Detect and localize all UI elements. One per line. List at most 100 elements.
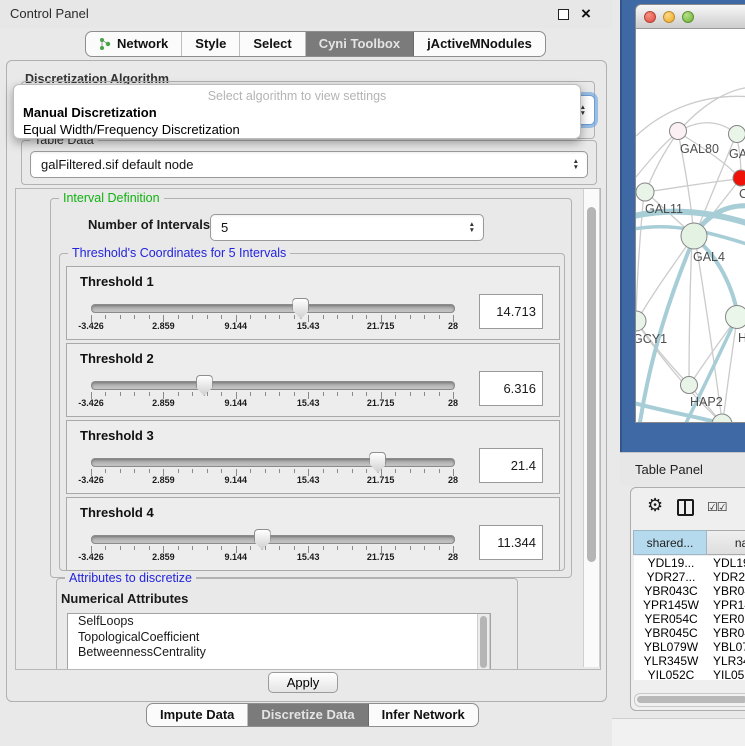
column-header-name[interactable]: na [707,530,745,555]
network-canvas[interactable]: GAL80GACGAL11GAL4GCY1HHAP2 [636,29,745,422]
network-node-h[interactable] [726,306,745,329]
tab-cyni-toolbox[interactable]: Cyni Toolbox [306,32,414,56]
slider-tick [352,546,353,550]
interval-definition-title: Interval Definition [59,191,164,205]
table-data-combobox[interactable]: galFiltered.sif default node ▲▼ [30,151,588,178]
cell-shared-name: YBL079W [634,640,708,654]
network-node-gal11[interactable] [636,183,654,201]
float-window-icon[interactable] [558,9,569,20]
network-edge[interactable] [636,96,745,136]
slider-tick [149,469,150,473]
threshold-panel-1: Threshold 1-3.4262.8599.14415.4321.71528… [66,266,560,340]
select-all-checkboxes-icon[interactable]: ☑☑ [707,500,727,514]
cell-shared-name: YDL19... [634,556,708,570]
slider-tick [294,315,295,319]
cell-shared-name: YLR345W [634,654,708,668]
attribute-item-topologicalcoefficient[interactable]: TopologicalCoefficient [68,630,490,646]
attributes-group-title: Attributes to discretize [65,571,196,585]
threshold-slider-thumb[interactable] [369,452,386,473]
table-row[interactable]: YDL19...YDL19... [634,556,745,570]
tab-infer-network[interactable]: Infer Network [369,704,478,726]
zoom-window-icon[interactable] [682,11,694,23]
columns-icon[interactable] [677,499,694,516]
slider-tick [366,469,367,473]
minimize-window-icon[interactable] [663,11,675,23]
network-window[interactable]: GAL80GACGAL11GAL4GCY1HHAP2 [635,4,745,423]
slider-tick-label: 2.859 [152,552,175,562]
close-window-icon[interactable] [644,11,656,23]
dropdown-item-manual-discretization[interactable]: Manual Discretization [23,105,157,120]
table-hscrollbar[interactable] [634,693,745,707]
threshold-slider-thumb[interactable] [196,375,213,396]
number-of-intervals-spinner[interactable]: 5 ▲▼ [210,214,484,241]
network-node-hap2[interactable] [681,377,698,394]
table-row[interactable]: YBR043CYBR043C [634,584,745,598]
slider-tick [352,315,353,319]
threshold-value-field[interactable]: 21.4 [479,448,543,483]
column-header-shared-name[interactable]: shared... [633,530,707,555]
slider-tick [323,469,324,473]
close-panel-icon[interactable]: × [581,3,591,25]
slider-tick-label: 9.144 [225,321,248,331]
attributes-list-scrollbar[interactable] [477,614,490,670]
network-edge[interactable] [636,133,677,177]
tab-discretize-data[interactable]: Discretize Data [248,704,368,726]
table-row[interactable]: YIL052CYIL052C [634,668,745,680]
attribute-item-betweennesscentrality[interactable]: BetweennessCentrality [68,645,490,661]
threshold-value-field[interactable]: 14.713 [479,294,543,329]
table-row[interactable]: YLR345WYLR345W [634,654,745,668]
tab-jactivemnodules[interactable]: jActiveMNodules [414,32,545,56]
attributes-list-scrollbar-thumb[interactable] [480,616,487,668]
threshold-slider-track[interactable] [91,304,455,313]
network-node-gal4[interactable] [681,223,707,249]
tab-select[interactable]: Select [240,32,305,56]
slider-tick [105,469,106,473]
table-rows: YDL19...YDL19...YDR27...YDR27...YBR043CY… [634,556,745,680]
table-hscrollbar-thumb[interactable] [637,696,745,703]
threshold-slider-track[interactable] [91,381,455,390]
slider-tick [207,469,208,473]
threshold-slider-track[interactable] [91,535,455,544]
threshold-value-field[interactable]: 11.344 [479,525,543,560]
attribute-item-selfloops[interactable]: SelfLoops [68,614,490,630]
network-edge[interactable] [646,179,739,192]
apply-button[interactable]: Apply [268,672,338,693]
network-node-gal80[interactable] [670,123,687,140]
network-edge[interactable] [646,132,678,192]
slider-tick-label: 21.715 [367,321,395,331]
cell-name: YBL079W [708,640,745,654]
slider-tick [395,469,396,473]
tab-impute-data[interactable]: Impute Data [147,704,248,726]
table-row[interactable]: YER054CYER054C [634,612,745,626]
table-row[interactable]: YDR27...YDR27... [634,570,745,584]
threshold-slider-thumb[interactable] [254,529,271,550]
network-edge-highlighted[interactable] [640,238,694,422]
network-edge[interactable] [638,237,693,319]
dropdown-item-equal-width-frequency[interactable]: Equal Width/Frequency Discretization [23,122,240,137]
table-row[interactable]: YBL079WYBL079W [634,640,745,654]
tab-style[interactable]: Style [182,32,240,56]
threshold-value-field[interactable]: 6.316 [479,371,543,406]
threshold-slider-track[interactable] [91,458,455,467]
threshold-label: Threshold 3 [80,428,154,443]
slider-tick [395,546,396,550]
gear-icon[interactable]: ⚙ [647,495,663,516]
network-node-ga[interactable] [729,126,745,143]
tab-network[interactable]: Network [86,32,182,56]
settings-scrollbar-thumb[interactable] [587,207,596,562]
threshold-slider-thumb[interactable] [292,298,309,319]
slider-tick [134,315,135,319]
cell-shared-name: YIL052C [634,668,708,680]
slider-tick [265,546,266,550]
table-row[interactable]: YPR145WYPR145W [634,598,745,612]
settings-scrollbar[interactable] [583,189,600,667]
table-row[interactable]: YBR045CYBR045C [634,626,745,640]
table-panel: ⚙ ☑☑ shared... na YDL19...YDL19...YDR27.… [630,487,745,711]
slider-tick [221,469,222,473]
network-node-c[interactable] [733,170,745,186]
network-edge[interactable] [689,238,692,384]
cell-shared-name: YBR045C [634,626,708,640]
network-node-gcy1[interactable] [636,311,646,331]
combo-arrows-icon: ▲▼ [580,105,594,116]
slider-tick [265,392,266,396]
